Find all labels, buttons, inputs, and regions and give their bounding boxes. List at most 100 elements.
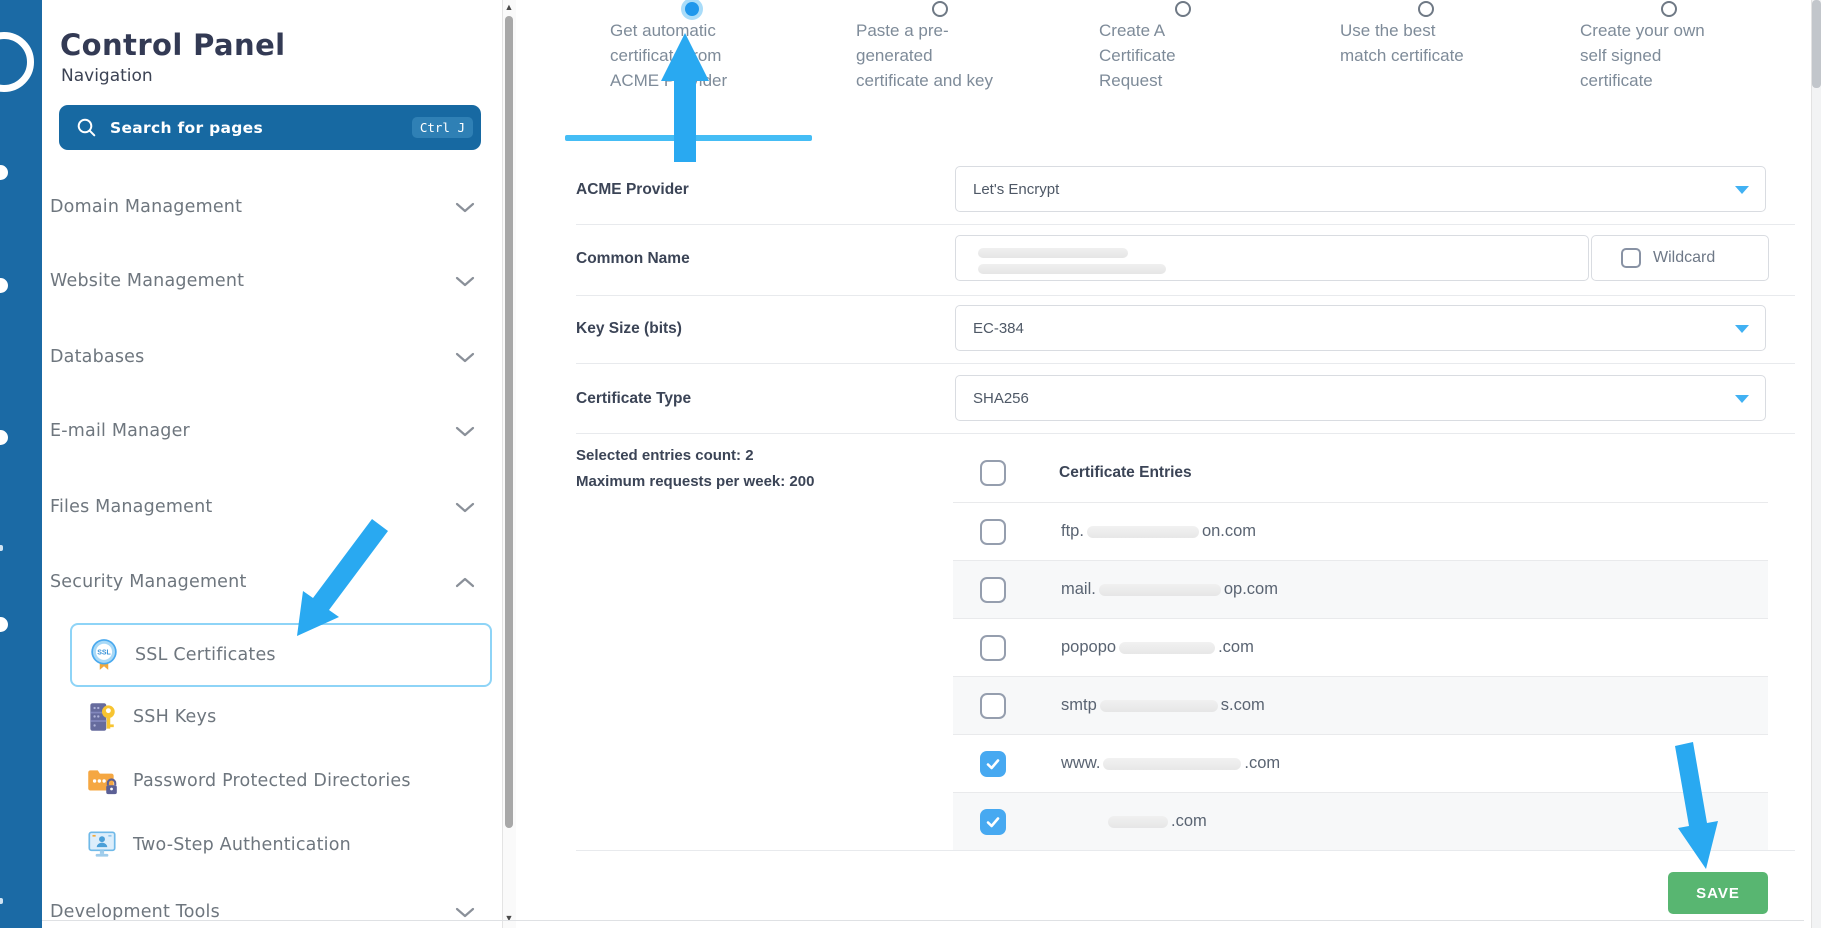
sidebar-section-security-management[interactable]: Security Management [50,564,475,600]
sidebar-section-website-management[interactable]: Website Management [50,263,475,299]
acme-provider-label: ACME Provider [576,181,689,199]
entry-domain: www..com [1061,754,1280,773]
entry-checkbox[interactable] [980,577,1006,603]
entry-domain: smtp s.com [1061,696,1265,715]
entry-checkbox[interactable] [980,809,1006,835]
common-name-input[interactable] [955,235,1589,281]
chevron-up-icon [455,577,475,588]
page-title: Control Panel [60,28,285,62]
entry-checkbox[interactable] [980,635,1006,661]
domain-suffix: s.com [1221,696,1265,714]
main-content: Get automaticcertificate fromACME Provid… [516,0,1821,928]
dropdown-caret-icon [1735,186,1749,194]
redacted-text [1119,642,1215,654]
step-label: Create ACertificateRequest [1099,18,1176,93]
redacted-text [1099,584,1221,596]
row-divider [576,224,1795,225]
chevron-down-icon [455,502,475,513]
key-size-label: Key Size (bits) [576,320,682,338]
scroll-up-icon[interactable]: ▲ [504,3,514,11]
wildcard-option[interactable]: Wildcard [1591,235,1769,281]
row-divider [576,363,1795,364]
stepper-step-5[interactable]: Create your ownself signedcertificate [1580,0,1790,110]
redacted-text [1087,526,1199,538]
select-all-checkbox[interactable] [980,460,1006,486]
domain-suffix: .com [1244,754,1280,772]
redacted-text [978,264,1166,274]
chevron-down-icon [455,426,475,437]
left-rail [0,0,42,928]
stepper-step-3[interactable]: Create ACertificateRequest [1099,0,1309,110]
step-radio[interactable] [1175,1,1191,17]
rail-icon[interactable] [0,898,3,904]
acme-provider-select[interactable]: Let's Encrypt [955,166,1766,212]
entries-table-header: Certificate Entries [953,443,1768,502]
chevron-down-icon [455,202,475,213]
ssh-keys-icon [84,699,120,735]
step-radio[interactable] [932,1,948,17]
dropdown-caret-icon [1735,395,1749,403]
sidebar-scrollbar-thumb[interactable] [505,16,513,828]
sidebar-section-development-tools[interactable]: Development Tools [50,894,475,928]
key-size-select[interactable]: EC-384 [955,305,1766,351]
certificate-type-select[interactable]: SHA256 [955,375,1766,421]
key-size-value: EC-384 [973,320,1024,337]
chevron-down-icon [455,907,475,918]
entry-domain: mail.op.com [1061,580,1278,599]
page-subtitle: Navigation [61,66,153,86]
wildcard-checkbox[interactable] [1621,248,1641,268]
certificate-entry-row: ftp. on.com [953,502,1768,560]
wildcard-label: Wildcard [1653,249,1715,267]
domain-prefix: smtp [1061,696,1097,714]
redacted-text [1103,758,1241,770]
stepper-step-4[interactable]: Use the bestmatch certificate [1340,0,1550,110]
sidebar-item-ssl-certificates[interactable]: SSL SSL Certificates [70,623,492,687]
rail-icon[interactable] [0,430,8,445]
step-radio[interactable] [685,2,699,16]
row-divider [576,433,1795,434]
entry-domain: .com [1105,812,1207,831]
sidebar-item-ssh-keys[interactable]: SSH Keys [70,687,488,747]
chevron-down-icon [455,276,475,287]
stepper-step-1[interactable]: Get automaticcertificate fromACME Provid… [610,0,820,110]
certificate-type-label: Certificate Type [576,390,691,408]
certificate-type-value: SHA256 [973,390,1029,407]
page-scrollbar[interactable] [1811,0,1821,928]
step-radio[interactable] [1661,1,1677,17]
domain-prefix: mail. [1061,580,1096,598]
sidebar-item-password-protected-directories[interactable]: Password Protected Directories [70,751,488,811]
sidebar-section-e-mail-manager[interactable]: E-mail Manager [50,413,475,449]
page-scrollbar-thumb[interactable] [1812,0,1821,88]
entry-checkbox[interactable] [980,519,1006,545]
rail-icon[interactable] [0,545,3,551]
sidebar-section-domain-management[interactable]: Domain Management [50,189,475,225]
search-input[interactable]: Search for pages Ctrl J [59,105,481,150]
domain-suffix: .com [1171,812,1207,830]
domain-prefix: popopo [1061,638,1116,656]
rail-icon[interactable] [0,278,8,293]
stepper-step-2[interactable]: Paste a pre-generatedcertificate and key [856,0,1066,110]
save-button[interactable]: SAVE [1668,872,1768,914]
certificate-entry-row: mail.op.com [953,560,1768,618]
entry-domain: ftp. on.com [1061,522,1256,541]
search-placeholder: Search for pages [110,119,263,137]
redacted-text [978,248,1128,258]
ssl-badge-icon: SSL [86,637,122,673]
step-radio[interactable] [1418,1,1434,17]
dropdown-caret-icon [1735,325,1749,333]
domain-suffix: on.com [1202,522,1256,540]
step-label: Paste a pre-generatedcertificate and key [856,18,993,93]
sidebar-section-files-management[interactable]: Files Management [50,489,475,525]
rail-icon[interactable] [0,165,8,180]
table-bottom-divider [576,850,1795,851]
max-requests-label: Maximum requests per week: 200 [576,473,814,490]
rail-icon[interactable] [0,617,8,632]
certificate-entry-row: popopo.com [953,618,1768,676]
keyboard-shortcut-badge: Ctrl J [412,117,473,138]
entry-checkbox[interactable] [980,751,1006,777]
entry-checkbox[interactable] [980,693,1006,719]
sidebar-section-databases[interactable]: Databases [50,339,475,375]
sidebar-item-two-step-authentication[interactable]: Two-Step Authentication [70,815,488,875]
domain-prefix: ftp. [1061,522,1084,540]
certificate-entry-row: .com [953,792,1768,850]
